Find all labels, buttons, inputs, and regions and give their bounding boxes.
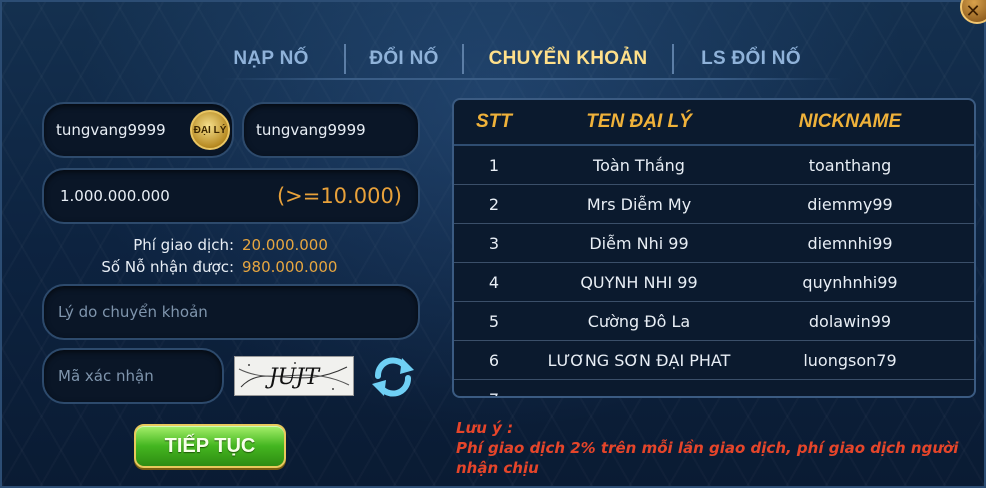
header-nickname: NICKNAME [798,111,902,132]
tab-chuyen-khoan[interactable]: CHUYỂN KHOẢN [478,48,658,70]
recipient-input[interactable]: tungvang9999 [242,102,420,158]
table-row[interactable]: 4 QUYNH NHI 99 quynhnhi99 [454,263,974,302]
row-stt: 6 [488,350,500,370]
note-body: Phí giao dịch 2% trên mỗi lần giao dịch,… [456,439,959,477]
row-agent-name: LƯƠNG SƠN ĐẠI PHAT [547,350,731,370]
row-nickname: dolawin99 [808,311,892,331]
row-stt: 4 [488,272,500,292]
table-row[interactable]: 1 Toàn Thắng toanthang [454,146,974,185]
agent-table: STT TEN ĐẠI LÝ NICKNAME 1 Toàn Thắng toa… [452,98,976,398]
receive-value: 980.000.000 [242,258,338,276]
table-row[interactable]: 5 Cường Đô La dolawin99 [454,302,974,341]
tab-bar: NẠP NỐ ĐỔI NỐ CHUYỂN KHOẢN LS ĐỔI NỐ [212,40,832,78]
row-nickname: diemmy99 [807,194,893,214]
tab-ls-doi-no[interactable]: LS ĐỔI NỐ [688,48,814,70]
fee-summary: Phí giao dịch: 20.000.000 Số Nỗ nhận đượ… [42,234,422,278]
row-nickname: luongson79 [803,350,897,370]
row-agent-name: QUYNH NHI 99 [580,272,698,292]
agent-badge-label: ĐẠI LÝ [193,124,227,136]
row-stt: 2 [488,194,500,214]
tab-nap-no[interactable]: NẠP NỐ [212,48,330,70]
amount-input[interactable]: 1.000.000.000 (>=10.000) [42,168,420,224]
row-stt: 5 [488,311,500,331]
receive-label: Số Nỗ nhận được: [101,258,234,276]
table-header: STT TEN ĐẠI LÝ NICKNAME [454,100,974,146]
transfer-panel: ✕ NẠP NỐ ĐỔI NỐ CHUYỂN KHOẢN LS ĐỔI NỐ t… [0,0,986,488]
tab-underline [222,78,842,80]
fee-label: Phí giao dịch: [133,236,234,254]
row-agent-name: Mrs Diễm My [586,194,692,214]
table-row[interactable]: 2 Mrs Diễm My diemmy99 [454,185,974,224]
close-icon: ✕ [965,0,981,22]
fee-value: 20.000.000 [242,236,328,254]
row-stt: 7 [454,390,534,397]
row-nickname: diemnhi99 [807,233,893,253]
table-row[interactable]: 7 [454,380,974,397]
close-button[interactable]: ✕ [960,0,986,24]
fee-row: Phí giao dịch: 20.000.000 [42,234,422,256]
table-row[interactable]: 3 Diễm Nhi 99 diemnhi99 [454,224,974,263]
table-row[interactable]: 6 LƯƠNG SƠN ĐẠI PHAT luongson79 [454,341,974,380]
reason-placeholder: Lý do chuyển khoản [58,303,208,321]
recipient-value: tungvang9999 [256,121,366,139]
tab-doi-no[interactable]: ĐỔI NỐ [360,48,448,70]
captcha-input[interactable]: Mã xác nhận [42,348,224,404]
row-nickname: quynhnhi99 [802,272,898,292]
sender-value: tungvang9999 [56,121,166,139]
transfer-note: Lưu ý : Phí giao dịch 2% trên mỗi lần gi… [456,418,976,478]
receive-row: Số Nỗ nhận được: 980.000.000 [42,256,422,278]
captcha-image: JUJT [234,356,354,396]
row-stt: 3 [488,233,500,253]
agent-badge-icon[interactable]: ĐẠI LÝ [190,110,230,150]
reason-input[interactable]: Lý do chuyển khoản [42,284,420,340]
row-agent-name: Toàn Thắng [593,155,685,175]
refresh-captcha-icon[interactable] [366,354,420,400]
header-agent-name: TEN ĐẠI LÝ [586,111,692,132]
row-stt: 1 [488,155,500,175]
captcha-noise: JUJT [238,362,350,390]
tab-divider [344,44,346,74]
captcha-text: JUJT [265,365,322,390]
tab-divider [462,44,464,74]
row-nickname: toanthang [808,155,892,175]
amount-min-hint: (>=10.000) [276,184,402,208]
header-stt: STT [476,111,512,132]
amount-value: 1.000.000.000 [60,187,170,205]
tab-divider [672,44,674,74]
row-agent-name: Cường Đô La [587,311,691,331]
row-agent-name: Diễm Nhi 99 [589,233,689,253]
continue-button[interactable]: TIẾP TỤC [134,424,286,468]
captcha-placeholder: Mã xác nhận [58,367,154,385]
note-title: Lưu ý : [456,419,514,437]
